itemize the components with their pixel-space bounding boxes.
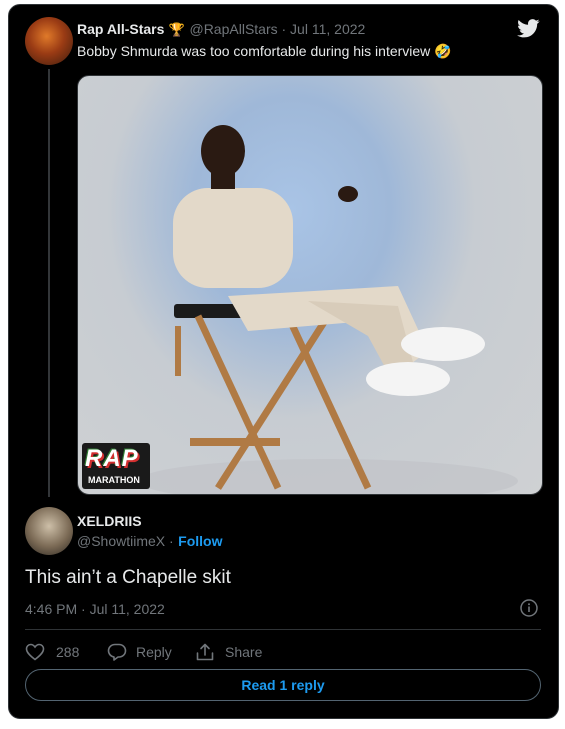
- rap-marathon-logo: RAP MARATHON: [82, 443, 150, 489]
- follow-link[interactable]: Follow: [178, 533, 222, 549]
- reply-action[interactable]: Reply: [107, 641, 172, 663]
- logo-text-bottom: MARATHON: [88, 475, 140, 485]
- reply-label: Reply: [136, 644, 172, 660]
- original-tweet-text: Bobby Shmurda was too comfortable during…: [77, 43, 431, 59]
- actions-divider: [25, 629, 541, 630]
- embedded-tweet-card: Rap All-Stars 🏆 @RapAllStars · Jul 11, 2…: [8, 4, 559, 719]
- rofl-emoji: 🤣: [434, 43, 452, 59]
- reply-author-meta: @ShowtiimeX · Follow: [77, 533, 222, 551]
- thread-connector-line: [48, 69, 50, 497]
- info-icon[interactable]: [520, 599, 538, 617]
- like-action[interactable]: 288: [25, 641, 79, 663]
- read-replies-button[interactable]: Read 1 reply: [25, 669, 541, 701]
- like-count: 288: [56, 644, 80, 660]
- media-illustration: [138, 125, 518, 494]
- tweet-media-image[interactable]: RAP MARATHON: [77, 75, 543, 495]
- reply-author-avatar[interactable]: [25, 507, 73, 555]
- twitter-bird-icon[interactable]: [517, 19, 540, 38]
- logo-text-top: RAP: [85, 445, 139, 472]
- read-replies-label: Read 1 reply: [241, 677, 325, 693]
- reply-timestamp[interactable]: 4:46 PM · Jul 11, 2022: [25, 601, 165, 617]
- share-icon: [195, 643, 215, 661]
- heart-icon: [25, 643, 45, 661]
- reply-bubble-icon: [107, 643, 127, 661]
- original-tweet-text-row: Bobby Shmurda was too comfortable during…: [77, 43, 452, 60]
- original-author-name[interactable]: Rap All-Stars: [77, 21, 164, 37]
- reply-handle[interactable]: @ShowtiimeX ·: [77, 533, 174, 549]
- original-handle-date[interactable]: @RapAllStars · Jul 11, 2022: [189, 21, 365, 37]
- original-author-avatar[interactable]: [25, 17, 73, 65]
- original-tweet-header: Rap All-Stars 🏆 @RapAllStars · Jul 11, 2…: [77, 21, 365, 39]
- reply-tweet-text: This ain’t a Chapelle skit: [25, 567, 231, 588]
- reply-author-name[interactable]: XELDRIIS: [77, 513, 142, 529]
- trophy-icon: 🏆: [168, 22, 186, 37]
- share-label: Share: [225, 644, 263, 660]
- share-action[interactable]: Share: [195, 641, 262, 663]
